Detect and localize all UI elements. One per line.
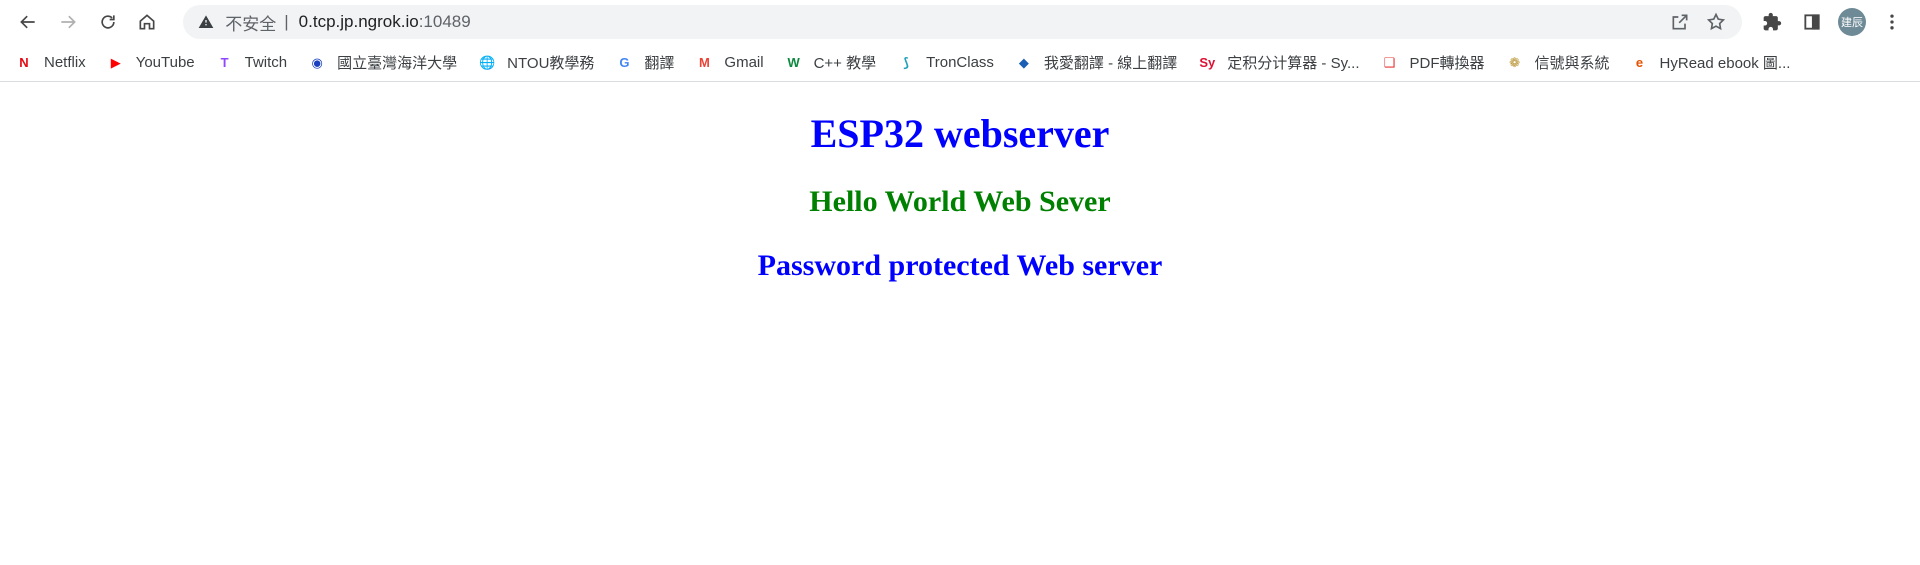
toolbar-right: 建辰 [1752,5,1912,39]
bookmark-item[interactable]: 🌐 NTOU教學務 [477,52,594,73]
arrow-left-icon [20,15,35,29]
bookmark-favicon-icon: ◉ [311,54,323,70]
browser-window: 不安全 | 0.tcp.jp.ngrok.io:10489 建辰 NNetfli… [0,0,1920,565]
share-button[interactable] [1662,7,1698,37]
bookmark-label: HyRead ebook 圖... [1659,55,1791,72]
url-host: 0.tcp.jp.ngrok.io [298,12,419,31]
bookmark-item[interactable]: ❁ 信號與系統 [1505,52,1610,73]
insecure-label: 不安全 [225,14,277,34]
bookmark-favicon-icon: ⟆ [903,54,910,70]
page-subheading-2: Password protected Web server [757,249,1163,282]
share-icon [1672,14,1688,30]
bookmark-favicon-icon: ❁ [1509,54,1520,70]
url-text[interactable]: 0.tcp.jp.ngrok.io:10489 [299,12,471,32]
bookmark-favicon-icon: ❑ [1383,54,1396,70]
bookmark-item[interactable]: ▶ YouTube [106,53,195,73]
bookmark-item[interactable]: N Netflix [14,53,86,73]
bookmark-label: C++ 教學 [813,55,877,72]
bookmark-label: 翻譯 [644,55,675,72]
bookmark-label: PDF轉換器 [1409,55,1485,72]
bookmark-favicon-icon: ◆ [1018,54,1029,70]
kebab-menu-icon [1890,14,1894,30]
bookmark-item[interactable]: W C++ 教學 [784,52,877,73]
bookmark-favicon-icon: 🌐 [479,54,496,70]
forward-button[interactable] [48,4,88,40]
bookmark-item[interactable]: ◆ 我愛翻譯 - 線上翻譯 [1014,52,1177,73]
address-separator: | [284,12,289,31]
bookmark-label: YouTube [135,54,195,71]
bookmarks-bar: N Netflix ▶ YouTube T Twitch ◉ 國立臺灣海洋大學 🌐 NTOU教學務… [0,44,1920,82]
bookmark-favicon-icon: N [19,55,29,70]
bookmark-favicon-icon: W [787,55,800,70]
home-icon [139,14,155,30]
home-button[interactable] [127,4,167,40]
page-content: ESP32 webserver Hello World Web Sever Pa… [0,110,1920,283]
bookmark-item[interactable]: ⟆ TronClass [896,53,994,73]
bookmark-label: Twitch [244,54,288,71]
bookmark-favicon-icon: e [1635,55,1644,70]
bookmark-item[interactable]: G 翻譯 [614,52,674,73]
page-subheading: Hello World Web Sever [809,185,1111,218]
url-port: :10489 [418,12,471,31]
side-panel-icon [1804,14,1820,30]
bookmark-label: TronClass [926,54,994,71]
reload-icon [100,15,115,29]
bookmark-star-button[interactable] [1698,7,1734,37]
warning-triangle-icon[interactable] [197,13,215,31]
bookmark-label: 定积分计算器 - Sy... [1227,55,1360,72]
bookmark-favicon-icon: G [619,55,630,70]
extensions-button[interactable] [1752,5,1792,39]
star-icon [1706,12,1726,31]
bookmark-label: 信號與系統 [1534,55,1610,72]
back-button[interactable] [8,4,48,40]
bookmark-label: 我愛翻譯 - 線上翻譯 [1043,55,1178,72]
bookmark-item[interactable]: ❑ PDF轉換器 [1380,52,1485,73]
side-panel-button[interactable] [1792,5,1832,39]
bookmark-item[interactable]: ◉ 國立臺灣海洋大學 [307,52,457,73]
address-bar[interactable]: 不安全 | 0.tcp.jp.ngrok.io:10489 [183,5,1742,39]
bookmark-favicon-icon: ▶ [110,54,121,70]
bookmark-item[interactable]: e HyRead ebook 圖... [1630,52,1791,73]
profile-avatar[interactable]: 建辰 [1838,8,1866,36]
bookmark-favicon-icon: M [699,55,710,70]
bookmark-item[interactable]: T Twitch [215,53,288,73]
puzzle-icon [1763,12,1782,31]
bookmark-label: 國立臺灣海洋大學 [337,55,458,72]
bookmark-favicon-icon: Sy [1199,55,1216,70]
bookmark-label: Gmail [724,54,764,71]
reload-button[interactable] [88,4,128,40]
bookmark-favicon-icon: T [220,55,229,70]
bookmark-label: NTOU教學務 [507,55,595,72]
menu-button[interactable] [1872,5,1912,39]
bookmark-item[interactable]: Sy 定积分计算器 - Sy... [1197,52,1359,73]
browser-toolbar: 不安全 | 0.tcp.jp.ngrok.io:10489 建辰 [0,0,1920,44]
arrow-right-icon [61,15,76,29]
bookmark-label: Netflix [44,54,86,71]
page-heading: ESP32 webserver [810,111,1110,156]
bookmark-item[interactable]: M Gmail [694,53,764,73]
